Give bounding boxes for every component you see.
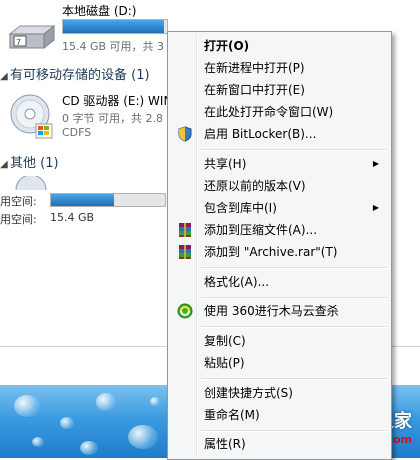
hard-drive-icon: 7 — [8, 24, 56, 50]
menu-item-restore-previous[interactable]: 还原以前的版本(V) — [170, 175, 389, 197]
menu-item-paste[interactable]: 粘贴(P) — [170, 352, 389, 374]
menu-item-label: 添加到压缩文件(A)... — [204, 223, 318, 237]
menu-item-label: 打开(O) — [204, 39, 250, 53]
menu-item-label: 包含到库中(I) — [204, 201, 277, 215]
menu-item-properties[interactable]: 属性(R) — [170, 433, 389, 455]
menu-item-add-to-archive[interactable]: 添加到压缩文件(A)... — [170, 219, 389, 241]
menu-separator — [201, 267, 387, 269]
menu-item-format[interactable]: 格式化(A)... — [170, 271, 389, 293]
menu-item-label: 在新进程中打开(P) — [204, 61, 305, 75]
water-drop — [128, 425, 158, 449]
menu-item-label: 在新窗口中打开(E) — [204, 83, 305, 97]
menu-item-label: 复制(C) — [204, 334, 246, 348]
menu-item-label: 创建快捷方式(S) — [204, 386, 293, 400]
collapse-arrow-icon: ◢ — [0, 159, 8, 170]
menu-separator — [201, 378, 387, 380]
drive-e-name: CD 驱动器 (E:) WIN — [62, 94, 173, 108]
menu-item-label: 格式化(A)... — [204, 275, 270, 289]
water-drop — [96, 393, 116, 411]
status-usage-fill — [51, 194, 114, 206]
menu-item-bitlocker[interactable]: 启用 BitLocker(B)... — [170, 123, 389, 145]
water-drop — [60, 417, 74, 429]
menu-item-open-command-window[interactable]: 在此处打开命令窗口(W) — [170, 101, 389, 123]
menu-item-create-shortcut[interactable]: 创建快捷方式(S) — [170, 382, 389, 404]
menu-item-label: 还原以前的版本(V) — [204, 179, 306, 193]
svg-text:7: 7 — [16, 38, 21, 47]
drive-d-usage-bar — [62, 19, 168, 34]
winrar-icon — [179, 245, 191, 259]
section-other-label: 其他 (1) — [10, 156, 59, 171]
collapse-arrow-icon: ◢ — [0, 71, 8, 82]
drive-e-filesystem: CDFS — [62, 126, 92, 139]
drive-d[interactable]: 7 本地磁盘 (D:) 15.4 GB 可用，共 3 — [0, 0, 170, 56]
drive-e-space: 0 字节 可用，共 2.8 — [62, 112, 163, 125]
menu-item-open[interactable]: 打开(O) — [170, 35, 389, 57]
menu-separator — [201, 297, 387, 299]
context-menu: 打开(O) 在新进程中打开(P) 在新窗口中打开(E) 在此处打开命令窗口(W)… — [167, 31, 392, 460]
menu-item-open-new-process[interactable]: 在新进程中打开(P) — [170, 57, 389, 79]
menu-item-label: 属性(R) — [204, 437, 246, 451]
submenu-arrow-icon: ▶ — [372, 159, 379, 168]
section-other[interactable]: ◢ 其他 (1) — [0, 152, 59, 171]
menu-item-open-new-window[interactable]: 在新窗口中打开(E) — [170, 79, 389, 101]
cd-drive-icon — [10, 94, 53, 139]
menu-item-label: 在此处打开命令窗口(W) — [204, 105, 334, 119]
360-icon — [177, 303, 193, 319]
menu-item-label: 粘贴(P) — [204, 356, 245, 370]
drive-d-name: 本地磁盘 (D:) — [62, 4, 137, 18]
menu-item-include-library[interactable]: 包含到库中(I) ▶ — [170, 197, 389, 219]
menu-item-label: 使用 360进行木马云查杀 — [204, 304, 339, 318]
water-drop — [80, 441, 98, 455]
water-drop — [150, 397, 160, 406]
status-free-label: 用空间: — [0, 213, 37, 226]
section-removable[interactable]: ◢ 有可移动存储的设备 (1) — [0, 64, 150, 83]
menu-separator — [201, 326, 387, 328]
menu-item-360-scan[interactable]: 使用 360进行木马云查杀 — [170, 300, 389, 322]
menu-item-label: 共享(H) — [204, 157, 247, 171]
menu-item-rename[interactable]: 重命名(M) — [170, 404, 389, 426]
drive-d-space: 15.4 GB 可用，共 3 — [62, 40, 165, 53]
water-drop — [14, 395, 40, 417]
section-removable-label: 有可移动存储的设备 (1) — [10, 68, 150, 83]
menu-separator — [201, 430, 387, 432]
status-used-label: 用空间: — [0, 195, 37, 208]
menu-item-label: 添加到 "Archive.rar"(T) — [204, 245, 338, 259]
drive-e[interactable]: CD 驱动器 (E:) WIN 0 字节 可用，共 2.8 CDFS — [0, 88, 173, 142]
menu-item-share[interactable]: 共享(H) ▶ — [170, 153, 389, 175]
menu-item-label: 启用 BitLocker(B)... — [204, 127, 317, 141]
menu-item-copy[interactable]: 复制(C) — [170, 330, 389, 352]
status-usage-bar — [50, 193, 166, 207]
menu-item-label: 重命名(M) — [204, 408, 260, 422]
status-free-value: 15.4 GB — [50, 211, 95, 224]
water-drop — [32, 437, 44, 447]
drive-d-usage-fill — [63, 20, 164, 33]
menu-separator — [201, 149, 387, 151]
shield-icon — [178, 126, 192, 142]
menu-item-add-to-archive-rar[interactable]: 添加到 "Archive.rar"(T) — [170, 241, 389, 263]
submenu-arrow-icon: ▶ — [372, 203, 379, 212]
network-drive-icon — [15, 176, 47, 190]
winrar-icon — [179, 223, 191, 237]
